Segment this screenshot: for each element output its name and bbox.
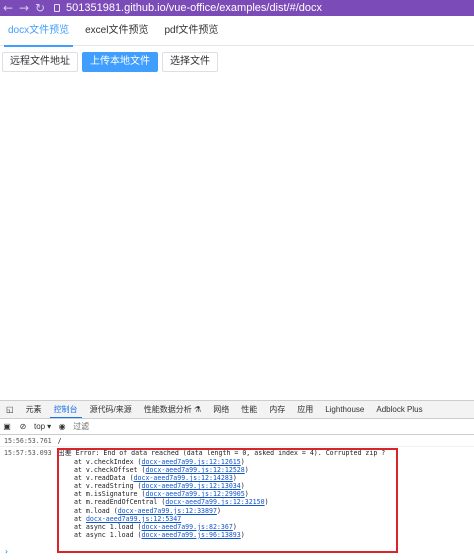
- remote-url-button[interactable]: 远程文件地址: [2, 52, 78, 72]
- file-type-tabs: docx文件预览 excel文件预览 pdf文件预览: [0, 16, 474, 47]
- trace-link[interactable]: docx-aeed7a99.js:12:12615: [142, 458, 241, 466]
- reload-icon[interactable]: ↻: [32, 0, 48, 16]
- eye-icon[interactable]: ◉: [57, 422, 67, 432]
- filter-input[interactable]: 过滤: [73, 421, 89, 432]
- tab-performance-insights-label: 性能数据分析: [143, 404, 192, 414]
- tab-network[interactable]: 网络: [207, 401, 235, 418]
- error-entry: 15:57:53.093 出差 Error: End of data reach…: [0, 447, 474, 553]
- error-message: Error: End of data reached (data length …: [75, 449, 386, 457]
- trace-line: at async 1.load (docx-aeed7a99.js:82:367…: [74, 522, 237, 531]
- sidebar-toggle-icon[interactable]: ▣: [2, 422, 12, 432]
- devtools-panel: ◱ 元素 控制台 源代码/来源 性能数据分析 ⚗ 网络 性能 内存 应用 Lig…: [0, 400, 474, 560]
- tab-sources[interactable]: 源代码/来源: [84, 401, 138, 418]
- trace-line: at v.readData (docx-aeed7a99.js:12:14283…: [74, 474, 237, 483]
- trace-fn: at m.isSignature: [74, 490, 138, 499]
- trace-fn: at v.readString: [74, 482, 134, 491]
- trace-fn: at v.checkIndex: [74, 458, 134, 466]
- trace-link[interactable]: docx-aeed7a99.js:12:5347: [86, 515, 181, 523]
- trace-link[interactable]: docx-aeed7a99.js:12:33897: [118, 507, 217, 515]
- chevron-down-icon: ▾: [47, 422, 52, 431]
- url-text: 501351981.github.io/vue-office/examples/…: [66, 2, 323, 14]
- console-toolbar: ▣ ⊘ top ▾ ◉ 过滤: [0, 419, 474, 435]
- context-select[interactable]: top ▾: [34, 422, 51, 431]
- tab-application[interactable]: 应用: [291, 401, 319, 418]
- stack-trace: at v.checkIndex (docx-aeed7a99.js:12:126…: [4, 458, 474, 539]
- trace-link[interactable]: docx-aeed7a99.js:12:12528: [145, 466, 244, 474]
- trace-line: at v.checkOffset (docx-aeed7a99.js:12:12…: [74, 466, 249, 475]
- tab-console[interactable]: 控制台: [48, 401, 84, 418]
- tab-performance-insights[interactable]: 性能数据分析 ⚗: [138, 401, 207, 418]
- error-label: 出差: [57, 449, 72, 457]
- trace-fn: at m.load: [74, 506, 110, 515]
- trace-line: at m.isSignature (docx-aeed7a99.js:12:29…: [74, 490, 249, 499]
- trace-fn: at async 1.load: [74, 530, 134, 539]
- trace-line: at v.checkIndex (docx-aeed7a99.js:12:126…: [74, 458, 245, 466]
- trace-fn: at v.readData: [74, 474, 126, 483]
- trace-link[interactable]: docx-aeed7a99.js:12:13034: [142, 482, 241, 490]
- trace-link[interactable]: docx-aeed7a99.js:12:14283: [134, 474, 233, 482]
- trace-fn: at async 1.load: [74, 522, 134, 531]
- error-header: 15:57:53.093 出差 Error: End of data reach…: [4, 447, 474, 458]
- trace-line: at docx-aeed7a99.js:12:5347: [74, 515, 474, 523]
- console-output: 15:56:53.761 / 15:57:53.093 出差 Error: En…: [0, 435, 474, 553]
- context-value: top: [34, 422, 46, 431]
- tab-lighthouse[interactable]: Lighthouse: [319, 401, 370, 418]
- log-timestamp: 15:56:53.761: [4, 437, 52, 445]
- trace-fn: at m.readEndOfCentral: [74, 498, 158, 507]
- tab-elements[interactable]: 元素: [20, 401, 48, 418]
- console-prompt[interactable]: ›: [4, 547, 9, 556]
- trace-link[interactable]: docx-aeed7a99.js:82:367: [142, 523, 233, 531]
- tab-memory[interactable]: 内存: [263, 401, 291, 418]
- devtools-dock-icon[interactable]: ◱: [0, 401, 20, 418]
- trace-line: at m.readEndOfCentral (docx-aeed7a99.js:…: [74, 498, 269, 507]
- trace-fn: at: [74, 514, 82, 523]
- trace-link[interactable]: docx-aeed7a99.js:12:32150: [165, 498, 264, 506]
- trace-fn: at v.checkOffset: [74, 466, 138, 475]
- log-text: /: [57, 437, 62, 445]
- tab-excel[interactable]: excel文件预览: [77, 16, 156, 46]
- tab-docx[interactable]: docx文件预览: [0, 16, 77, 47]
- log-line: 15:56:53.761 /: [0, 435, 474, 447]
- trace-line: at m.load (docx-aeed7a99.js:12:33897): [74, 506, 221, 515]
- tab-performance[interactable]: 性能: [235, 401, 263, 418]
- trace-line: at async 1.load (docx-aeed7a99.js:96:138…: [74, 530, 245, 539]
- forward-icon[interactable]: →: [16, 0, 32, 16]
- choose-file-button[interactable]: 选择文件: [162, 52, 218, 72]
- trace-link[interactable]: docx-aeed7a99.js:12:29905: [145, 490, 244, 498]
- error-timestamp: 15:57:53.093: [4, 449, 52, 457]
- lock-icon: [54, 4, 60, 12]
- back-icon[interactable]: ←: [0, 0, 16, 16]
- devtools-tabs: ◱ 元素 控制台 源代码/来源 性能数据分析 ⚗ 网络 性能 内存 应用 Lig…: [0, 401, 474, 419]
- address-bar[interactable]: 501351981.github.io/vue-office/examples/…: [52, 0, 322, 16]
- action-buttons: 远程文件地址 上传本地文件 选择文件: [2, 52, 218, 72]
- flask-icon: ⚗: [194, 404, 202, 414]
- tab-pdf[interactable]: pdf文件预览: [156, 16, 226, 46]
- tab-adblock[interactable]: Adblock Plus: [370, 401, 428, 418]
- trace-line: at v.readString (docx-aeed7a99.js:12:130…: [74, 482, 245, 491]
- trace-link[interactable]: docx-aeed7a99.js:96:13893: [142, 531, 241, 539]
- upload-local-button[interactable]: 上传本地文件: [82, 52, 158, 72]
- clear-console-icon[interactable]: ⊘: [18, 422, 28, 432]
- browser-toolbar: ← → ↻ 501351981.github.io/vue-office/exa…: [0, 0, 474, 16]
